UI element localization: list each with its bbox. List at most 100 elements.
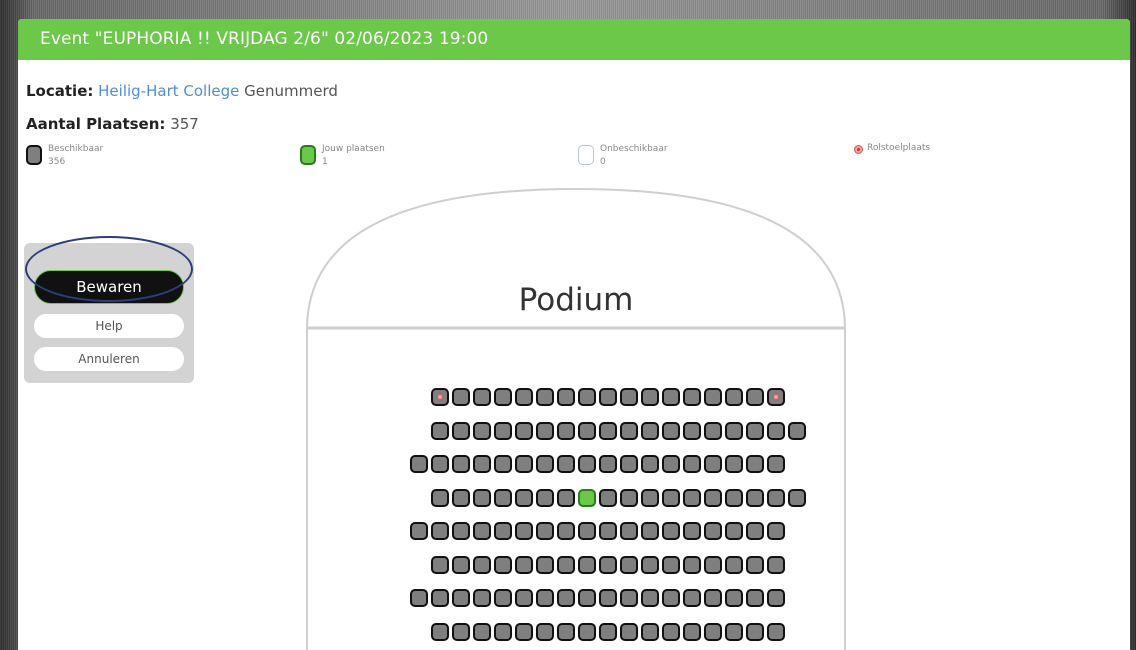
- wheelchair-seat[interactable]: [767, 388, 785, 406]
- seat[interactable]: [746, 555, 764, 574]
- seat[interactable]: [683, 555, 701, 574]
- seat[interactable]: [410, 589, 428, 607]
- seat[interactable]: [683, 522, 701, 540]
- seat[interactable]: [641, 455, 659, 473]
- seat[interactable]: [599, 589, 617, 607]
- seat[interactable]: [620, 622, 638, 641]
- wheelchair-seat[interactable]: [431, 388, 449, 406]
- seat[interactable]: [557, 488, 575, 507]
- seat[interactable]: [536, 589, 554, 607]
- seat[interactable]: [767, 421, 785, 440]
- seat[interactable]: [557, 522, 575, 540]
- seat[interactable]: [641, 421, 659, 440]
- seat[interactable]: [683, 622, 701, 641]
- seat[interactable]: [704, 622, 722, 641]
- seat[interactable]: [620, 455, 638, 473]
- seat[interactable]: [494, 388, 512, 406]
- seat[interactable]: [557, 555, 575, 574]
- seat[interactable]: [599, 388, 617, 406]
- seat[interactable]: [578, 622, 596, 641]
- seat[interactable]: [599, 421, 617, 440]
- seat[interactable]: [641, 522, 659, 540]
- seat[interactable]: [599, 622, 617, 641]
- seat[interactable]: [536, 622, 554, 641]
- seat[interactable]: [431, 455, 449, 473]
- seat[interactable]: [683, 455, 701, 473]
- seat[interactable]: [662, 622, 680, 641]
- seat[interactable]: [746, 488, 764, 507]
- seat[interactable]: [473, 555, 491, 574]
- seat[interactable]: [515, 555, 533, 574]
- seat[interactable]: [620, 589, 638, 607]
- seat[interactable]: [515, 522, 533, 540]
- seat[interactable]: [494, 522, 512, 540]
- seat[interactable]: [683, 589, 701, 607]
- seat[interactable]: [431, 421, 449, 440]
- seat[interactable]: [473, 488, 491, 507]
- seat[interactable]: [746, 589, 764, 607]
- seat[interactable]: [515, 488, 533, 507]
- seat[interactable]: [536, 388, 554, 406]
- seat[interactable]: [431, 589, 449, 607]
- seat[interactable]: [536, 455, 554, 473]
- seat[interactable]: [578, 421, 596, 440]
- seat[interactable]: [620, 421, 638, 440]
- seat[interactable]: [473, 622, 491, 641]
- seat[interactable]: [494, 455, 512, 473]
- seat[interactable]: [473, 388, 491, 406]
- seat[interactable]: [662, 522, 680, 540]
- seat[interactable]: [515, 388, 533, 406]
- seat[interactable]: [578, 522, 596, 540]
- seat[interactable]: [788, 421, 806, 440]
- seat[interactable]: [578, 455, 596, 473]
- seat[interactable]: [704, 388, 722, 406]
- seat[interactable]: [725, 555, 743, 574]
- seat[interactable]: [536, 522, 554, 540]
- seat[interactable]: [767, 555, 785, 574]
- seat[interactable]: [662, 388, 680, 406]
- seat[interactable]: [704, 455, 722, 473]
- seat[interactable]: [704, 522, 722, 540]
- seat[interactable]: [662, 488, 680, 507]
- seat[interactable]: [557, 589, 575, 607]
- seat[interactable]: [536, 555, 554, 574]
- seat[interactable]: [431, 622, 449, 641]
- seat[interactable]: [725, 589, 743, 607]
- seat[interactable]: [599, 455, 617, 473]
- seat[interactable]: [431, 522, 449, 540]
- seat[interactable]: [767, 455, 785, 473]
- seat[interactable]: [767, 522, 785, 540]
- seat[interactable]: [599, 555, 617, 574]
- seat[interactable]: [452, 388, 470, 406]
- seat[interactable]: [578, 388, 596, 406]
- seat[interactable]: [431, 488, 449, 507]
- seat[interactable]: [410, 522, 428, 540]
- seat[interactable]: [641, 555, 659, 574]
- seat[interactable]: [515, 421, 533, 440]
- seat[interactable]: [452, 622, 470, 641]
- seat[interactable]: [494, 622, 512, 641]
- seat[interactable]: [746, 388, 764, 406]
- seat[interactable]: [620, 555, 638, 574]
- seat[interactable]: [515, 589, 533, 607]
- seat[interactable]: [473, 589, 491, 607]
- seat[interactable]: [452, 488, 470, 507]
- seat[interactable]: [704, 589, 722, 607]
- seat[interactable]: [725, 488, 743, 507]
- seat[interactable]: [704, 488, 722, 507]
- seat[interactable]: [683, 388, 701, 406]
- seat[interactable]: [515, 622, 533, 641]
- seat[interactable]: [410, 455, 428, 473]
- seat[interactable]: [788, 488, 806, 507]
- seat[interactable]: [683, 488, 701, 507]
- seat[interactable]: [641, 622, 659, 641]
- seat[interactable]: [725, 421, 743, 440]
- seat[interactable]: [725, 522, 743, 540]
- seat[interactable]: [662, 589, 680, 607]
- seat[interactable]: [767, 589, 785, 607]
- seat[interactable]: [662, 421, 680, 440]
- seat[interactable]: [578, 589, 596, 607]
- seat[interactable]: [662, 555, 680, 574]
- seat[interactable]: [452, 589, 470, 607]
- seat[interactable]: [704, 555, 722, 574]
